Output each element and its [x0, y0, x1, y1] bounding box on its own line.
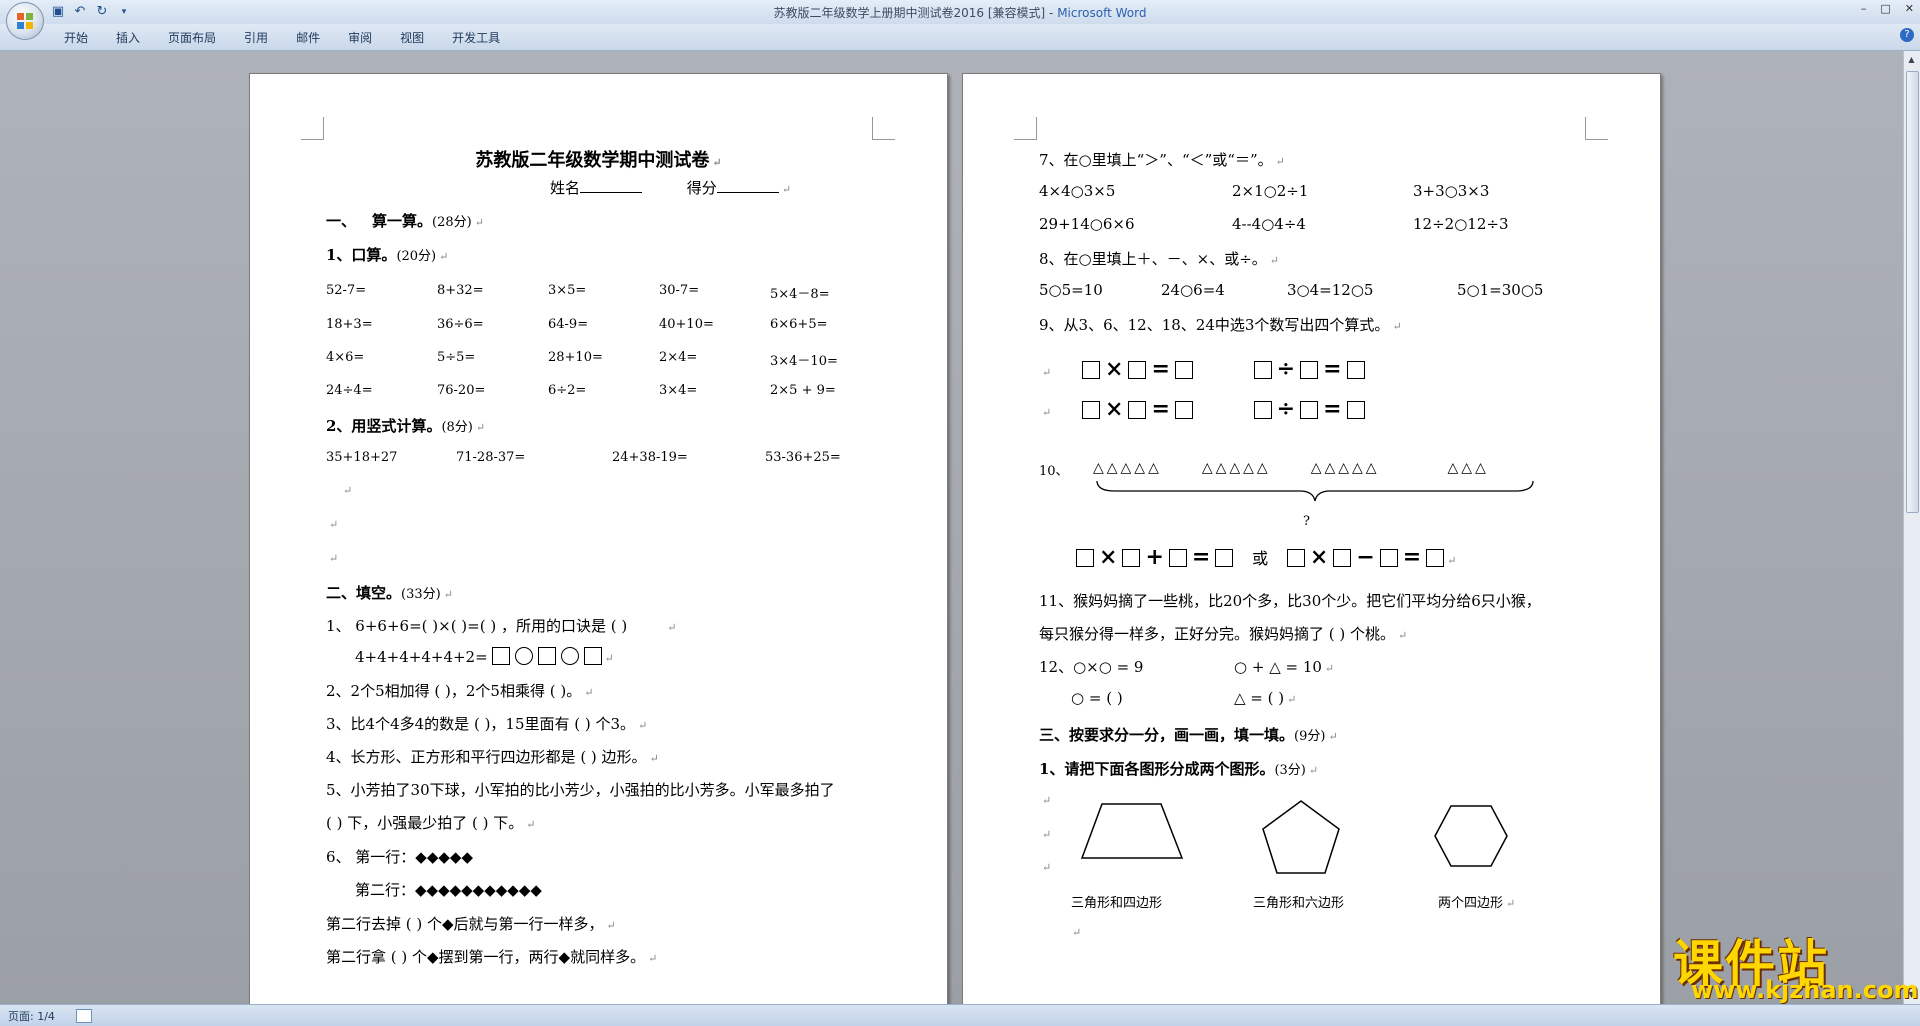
q8-row: 5○5=10 24○6=4 3○4=12○5 5○1=30○5	[1039, 281, 1544, 299]
oral-row: 4×6= 5÷5= 28+10= 2×4= 3×4－10=	[326, 350, 838, 369]
section-1-heading: 一、 算一算。(28分) ↵	[326, 212, 484, 230]
q7: 7、在○里填上“＞”、“＜”或“＝”。 ↵	[1039, 151, 1285, 169]
q11: 11、猴妈妈摘了一些桃，比20个多，比30个少。把它们平均分给6只小猴，	[1039, 592, 1541, 610]
q8: 8、在○里填上＋、－、×、或÷。 ↵	[1039, 250, 1279, 268]
name-score-line: 姓名 得分 ↵	[550, 179, 792, 197]
tab-insert[interactable]: 插入	[102, 29, 154, 47]
q7-row: 4×4○3×5 2×1○2÷1 3+3○3×3	[1039, 182, 1490, 200]
help-icon[interactable]: ?	[1900, 28, 1914, 42]
crop-mark	[872, 117, 895, 140]
ribbon-tab-bar: 开始 插入 页面布局 引用 邮件 审阅 视图 开发工具 ?	[0, 24, 1920, 51]
paragraph-mark: ↵	[343, 484, 353, 497]
oral-row: 18+3= 36÷6= 64-9= 40+10= 6×6+5=	[326, 317, 828, 332]
shape-label: 三角形和六边形	[1253, 896, 1345, 911]
q10-number: 10、	[1039, 464, 1069, 479]
scroll-up-icon[interactable]: ▲	[1906, 54, 1917, 65]
fill-q5: 5、小芳拍了30下球，小军拍的比小芳少，小强拍的比小芳多。小军最多拍了	[326, 781, 835, 799]
fill-q6-d: 第二行拿 ( ) 个◆摆到第一行，两行◆就同样多。 ↵	[326, 948, 658, 966]
q9: 9、从3、6、12、18、24中选3个数写出四个算式。 ↵	[1039, 316, 1402, 334]
proofing-icon[interactable]	[76, 1009, 92, 1023]
tab-references[interactable]: 引用	[230, 29, 282, 47]
tab-developer[interactable]: 开发工具	[438, 29, 514, 47]
status-bar: 页面: 1/4	[0, 1004, 1920, 1026]
section-3-1-heading: 1、请把下面各图形分成两个图形。(3分) ↵	[1039, 760, 1319, 778]
oral-row: 24÷4= 76-20= 6÷2= 3×4= 2×5 + 9=	[326, 383, 836, 398]
tab-view[interactable]: 视图	[386, 29, 438, 47]
shape-label: 三角形和四边形	[1071, 896, 1163, 911]
section-3-heading: 三、按要求分一分，画一画，填一填。(9分) ↵	[1039, 726, 1338, 744]
tab-mailings[interactable]: 邮件	[282, 29, 334, 47]
crop-mark	[1014, 117, 1037, 140]
q11-b: 每只猴分得一样多，正好分完。猴妈妈摘了 ( ) 个桃。 ↵	[1039, 625, 1408, 643]
fill-q6-c: 第二行去掉 ( ) 个◆后就与第一行一样多， ↵	[326, 915, 616, 933]
shape-label: 两个四边形 ↵	[1438, 896, 1516, 911]
q10-triangles: △△△△△ △△△△△ △△△△△ △△△	[1093, 460, 1489, 476]
q12-b: ○ = ( ) △ = ( ) ↵	[1071, 689, 1297, 707]
pentagon-shape	[1262, 800, 1340, 874]
fill-q4: 4、长方形、正方形和平行四边形都是 ( ) 边形。 ↵	[326, 748, 659, 766]
paragraph-mark: ↵	[329, 552, 339, 565]
fill-q5-b: ( ) 下，小强最少拍了 ( ) 下。 ↵	[326, 814, 536, 832]
page-2: 7、在○里填上“＞”、“＜”或“＝”。 ↵ 4×4○3×5 2×1○2÷1 3+3○3…	[962, 73, 1661, 1004]
office-button[interactable]	[6, 2, 44, 40]
fill-q6: 6、 第一行：◆◆◆◆◆	[326, 848, 473, 866]
q10-question-mark: ?	[1303, 514, 1310, 529]
fill-q6-b: 第二行：◆◆◆◆◆◆◆◆◆◆◆	[355, 881, 542, 899]
title-bar: ▣ ↶ ↻ ▾ 苏教版二年级数学上册期中测试卷2016 [兼容模式] - Mic…	[0, 0, 1920, 24]
tab-list: 开始 插入 页面布局 引用 邮件 审阅 视图 开发工具	[50, 29, 514, 47]
page-1: 苏教版二年级数学期中测试卷 ↵ 姓名 得分 ↵ 一、 算一算。(28分) ↵ 1、口算。…	[249, 73, 948, 1004]
q10-equations: × + = 或 × − = ↵	[1076, 544, 1456, 570]
exam-title: 苏教版二年级数学期中测试卷 ↵	[475, 150, 722, 171]
section-2-heading: 二、填空。(33分) ↵	[326, 584, 453, 602]
maximize-button[interactable]: □	[1880, 2, 1890, 15]
vertical-calc-heading: 2、用竖式计算。(8分) ↵	[326, 417, 486, 435]
paragraph-mark: ↵	[1042, 794, 1052, 807]
document-workspace: 苏教版二年级数学期中测试卷 ↵ 姓名 得分 ↵ 一、 算一算。(28分) ↵ 1、口算。…	[0, 51, 1904, 1004]
q7-row: 29+14○6×6 4--4○4÷4 12÷2○12÷3	[1039, 215, 1509, 233]
paragraph-mark: ↵	[1042, 828, 1052, 841]
fill-q2: 2、2个5相加得 ( )，2个5相乘得 ( )。 ↵	[326, 682, 594, 700]
close-button[interactable]: ✕	[1905, 2, 1914, 15]
vertical-calc-row: 35+18+27 71-28-37= 24+38-19= 53-36+25=	[326, 450, 841, 465]
tab-page-layout[interactable]: 页面布局	[154, 29, 230, 47]
window-controls: – □ ✕	[1861, 2, 1914, 15]
tab-home[interactable]: 开始	[50, 29, 102, 47]
scroll-thumb[interactable]	[1906, 71, 1919, 513]
app-name: Microsoft Word	[1057, 6, 1147, 20]
fill-q1: 1、 6+6+6=( )×( )=( ) ，所用的口诀是 ( ) ↵	[326, 617, 677, 635]
window-title: 苏教版二年级数学上册期中测试卷2016 [兼容模式] - Microsoft W…	[773, 6, 1147, 20]
oral-calc-heading: 1、口算。(20分) ↵	[326, 246, 449, 264]
watermark-url: www.kjzhan.com	[1691, 976, 1919, 1004]
paragraph-mark: ↵	[1042, 861, 1052, 874]
office-logo-icon	[17, 13, 33, 29]
fill-q3: 3、比4个4多4的数是 ( )，15里面有 ( ) 个3。 ↵	[326, 715, 648, 733]
page-count[interactable]: 页面: 1/4	[8, 1008, 55, 1024]
document-name: 苏教版二年级数学上册期中测试卷2016 [兼容模式]	[773, 6, 1046, 20]
paragraph-mark: ↵	[1072, 926, 1082, 939]
q9-equation-row: ↵ × = ÷ =	[1039, 356, 1365, 382]
trapezoid-shape	[1080, 803, 1184, 859]
hexagon-shape	[1434, 805, 1508, 867]
q9-equation-row: ↵ × = ÷ =	[1039, 396, 1365, 422]
tab-review[interactable]: 审阅	[334, 29, 386, 47]
q10-brace	[1096, 480, 1534, 502]
minimize-button[interactable]: –	[1861, 2, 1867, 15]
crop-mark	[1585, 117, 1608, 140]
paragraph-mark: ↵	[329, 518, 339, 531]
fill-q1-b: 4+4+4+4+4+2= ↵	[355, 647, 614, 666]
crop-mark	[301, 117, 324, 140]
watermark-logo: 课件站 www.kjzhan.com	[1665, 924, 1920, 1006]
q12: 12、○×○ = 9 ○ + △ = 10 ↵	[1039, 658, 1335, 676]
oral-row: 52-7= 8+32= 3×5= 30-7= 5×4－8=	[326, 283, 830, 302]
vertical-scrollbar[interactable]: ▲ ▼	[1903, 51, 1920, 1004]
